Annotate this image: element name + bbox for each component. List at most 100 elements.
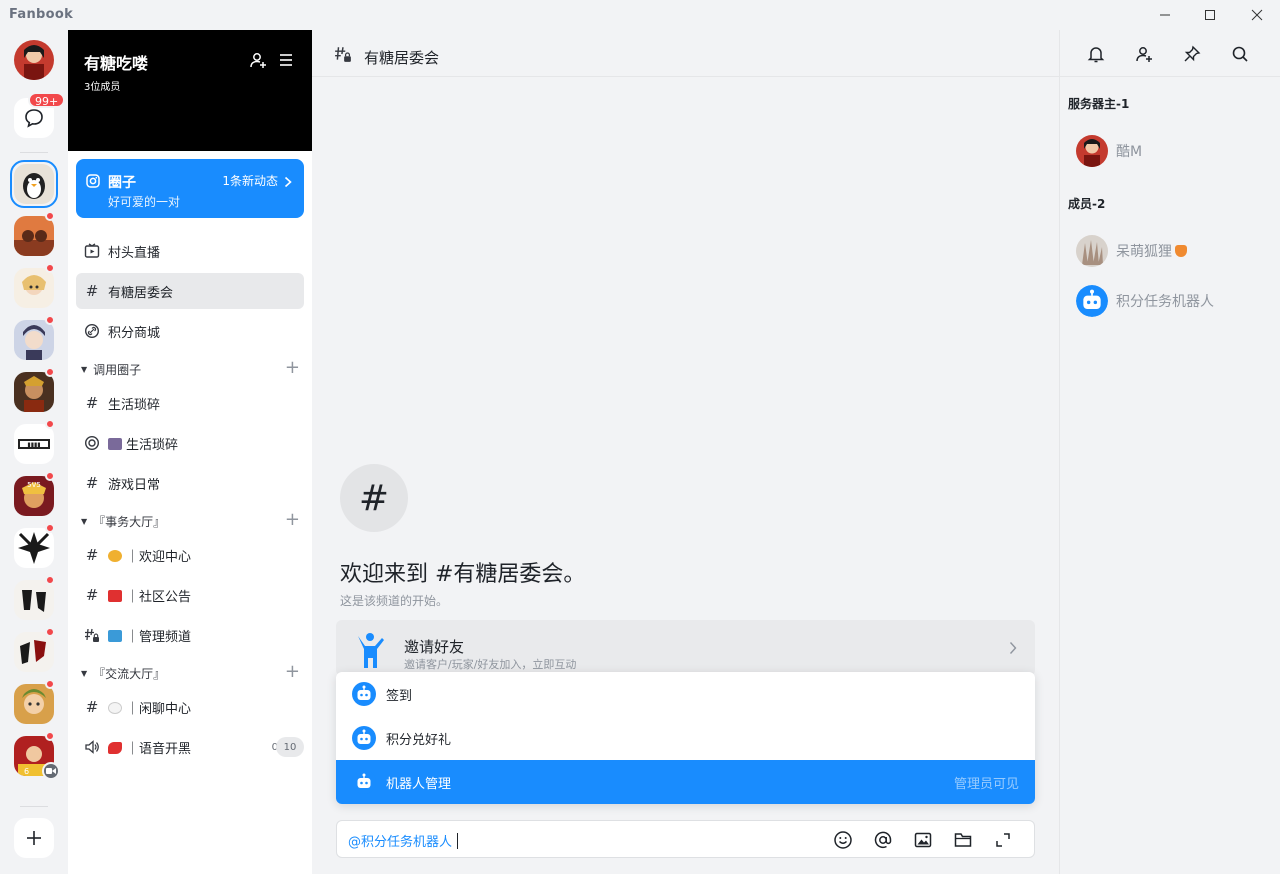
channel-item[interactable]: # 游戏日常 [76,465,304,501]
chat-main: 有糖居委会 # 欢迎来到 #有糖居委会。 这是该频道的开始。 邀请好友 邀请客户… [312,30,1280,874]
pin-button[interactable] [1180,42,1204,66]
unread-dot [45,367,55,377]
member-row[interactable]: 积分任务机器人 [1076,283,1272,319]
channel-item[interactable]: ｜管理频道 [76,617,304,653]
unread-dot [45,211,55,221]
server-icon-8[interactable] [14,528,54,568]
pin-icon [1184,45,1201,62]
link-icon [84,323,100,339]
command-item[interactable]: 签到 [336,672,1035,716]
member-group-header: 成员-2 [1068,197,1106,211]
caret-down-icon: ▼ [81,668,88,678]
circle-subtitle: 好可爱的一对 [108,195,181,209]
user-avatar[interactable] [14,40,54,80]
admin-only-note: 管理员可见 [953,776,1019,792]
server-icon-9[interactable] [14,580,54,620]
title-bar: Fanbook [0,0,1280,30]
guild-menu-button[interactable] [276,50,296,70]
tv-emoji-icon [108,437,122,450]
category-header[interactable]: ▼ 『事务大厅』 + [76,510,304,531]
server-icon-10[interactable] [14,632,54,672]
notification-button[interactable] [1084,42,1108,66]
channel-item[interactable]: # ｜闲聊中心 [76,689,304,725]
server-icon-7[interactable]: 5V5 [14,476,54,516]
mention-button[interactable] [872,829,894,851]
server-icon-4[interactable] [14,320,54,360]
text-caret [457,833,459,849]
message-input[interactable]: @积分任务机器人 [336,820,1035,858]
guild-member-count: 3位成员 [84,82,121,93]
unread-dot [45,471,55,481]
invite-member-button[interactable] [248,50,268,70]
category-header[interactable]: ▼ 调用圈子 + [76,358,304,379]
channel-item[interactable]: # ｜欢迎中心 [76,537,304,573]
add-server-button[interactable] [14,818,54,858]
at-icon [874,831,892,849]
welcome-subtitle: 这是该频道的开始。 [340,594,449,608]
channel-item[interactable]: 生活琐碎 [76,425,304,461]
unread-dot [45,523,55,533]
unread-dot [45,419,55,429]
command-item[interactable]: 积分兑好礼 [336,716,1035,760]
channel-item[interactable]: # 生活琐碎 [76,385,304,421]
add-channel-button[interactable]: + [285,358,300,378]
channel-label: ｜社区公告 [126,589,192,605]
maximize-button[interactable] [1200,5,1220,25]
server-icon-2[interactable] [14,216,54,256]
server-rail: 99+ ▮▮▮▮ 5V5 6 [0,30,68,874]
server-icon-5[interactable] [14,372,54,412]
member-row[interactable]: 酷M [1076,133,1272,169]
member-list: 服务器主-1 酷M 成员-2 呆萌狐狸 积分任务机器人 [1060,77,1280,874]
app-title: Fanbook [9,7,74,22]
unread-dot [45,263,55,273]
voice-capacity: 10 [276,737,304,757]
server-icon-6[interactable]: ▮▮▮▮ [14,424,54,464]
channel-item[interactable]: # ｜社区公告 [76,577,304,613]
circle-icon [86,173,100,192]
command-item-selected[interactable]: 机器人管理 管理员可见 [336,760,1035,804]
expand-button[interactable] [992,829,1014,851]
channel-active[interactable]: # 有糖居委会 [76,273,304,309]
image-button[interactable] [912,829,934,851]
channel-label: 游戏日常 [108,477,161,493]
image-icon [914,832,932,848]
add-member-button[interactable] [1132,42,1156,66]
member-row[interactable]: 呆萌狐狸 [1076,233,1272,269]
emoji-button[interactable] [832,829,854,851]
category-header[interactable]: ▼ 『交流大厅』 + [76,662,304,683]
channel-label: ｜语音开黑 [126,741,192,757]
member-avatar [1076,135,1108,167]
server-icon-11[interactable] [14,684,54,724]
caret-down-icon: ▼ [81,364,88,374]
computer-emoji-icon [108,629,122,642]
add-channel-button[interactable]: + [285,510,300,530]
minimize-button[interactable] [1155,5,1175,25]
chevron-right-icon [1009,640,1017,659]
channel-store[interactable]: 积分商城 [76,313,304,349]
speaker-icon [84,739,100,755]
guild-header[interactable]: 有糖吃喽 3位成员 [68,30,312,151]
private-hash-icon [84,627,100,643]
caret-down-icon: ▼ [81,516,88,526]
unread-dot [45,679,55,689]
voice-channel-item[interactable]: ｜语音开黑 0 10 [76,729,304,765]
unread-dot [45,731,55,741]
channel-live[interactable]: 村头直播 [76,233,304,269]
search-icon [1232,46,1248,62]
category-label: 调用圈子 [93,362,142,377]
close-button[interactable] [1247,5,1267,25]
add-channel-button[interactable]: + [285,662,300,682]
file-button[interactable] [952,829,974,851]
circle-title: 圈子 [108,175,136,191]
search-button[interactable] [1228,42,1252,66]
circle-card[interactable]: 圈子 好可爱的一对 1条新动态 [76,159,304,218]
member-name: 积分任务机器人 [1116,294,1214,310]
expand-icon [996,833,1010,847]
unread-dot [45,627,55,637]
invite-friends-card[interactable]: 邀请好友 邀请客户/玩家/好友加入，立即互动 [336,620,1035,676]
video-icon [42,762,60,780]
bot-icon [352,682,376,706]
server-icon-3[interactable] [14,268,54,308]
server-icon-active[interactable] [14,164,54,204]
svg-text:6: 6 [24,767,29,776]
